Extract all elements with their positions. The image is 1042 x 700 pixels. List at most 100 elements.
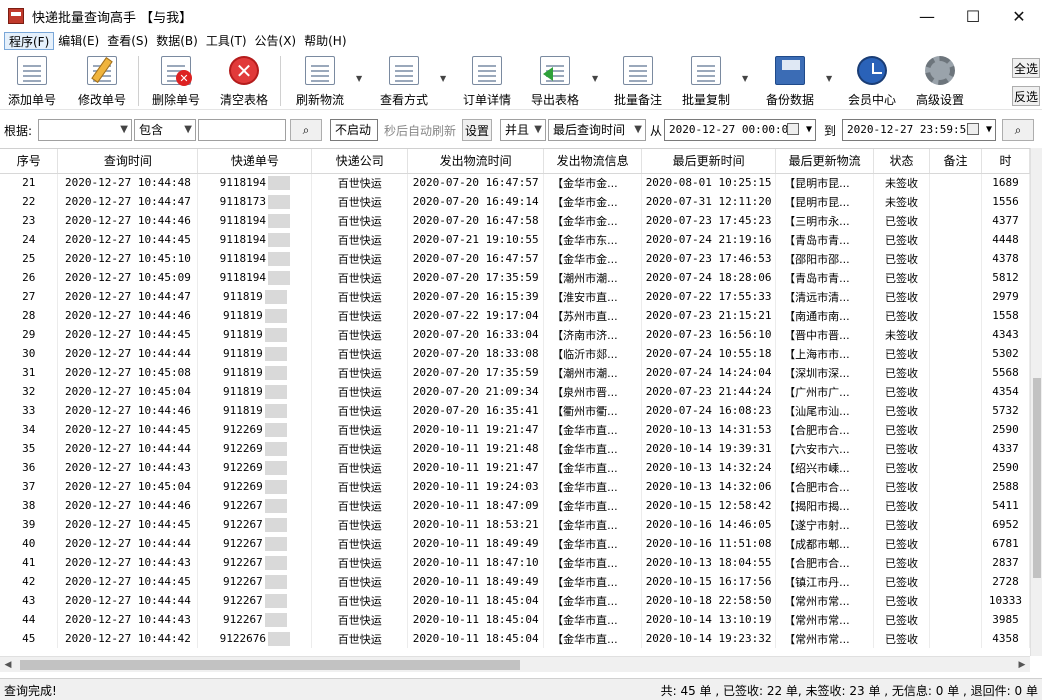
column-header[interactable]: 最后更新物流 <box>775 149 875 174</box>
menu-notice[interactable]: 公告(X) <box>251 32 301 50</box>
menu-data[interactable]: 数据(B) <box>152 32 202 50</box>
auto-refresh-input[interactable]: 不启动 <box>330 119 378 141</box>
table-row[interactable]: 24 2020-12-27 10:44:45 9118194 百世快运 2020-07-… <box>0 230 1030 249</box>
query-time-cell: 2020-12-27 10:45:10 <box>57 249 199 268</box>
table-row[interactable]: 26 2020-12-27 10:45:09 9118194 百世快运 2020-07-… <box>0 268 1030 287</box>
table-row[interactable]: 45 2020-12-27 10:44:42 9122676 百世快运 2020-10-… <box>0 629 1030 648</box>
redacted-mask <box>264 517 287 532</box>
delete-order-button[interactable]: ✕ 删除单号 <box>150 54 202 108</box>
table-row[interactable]: 40 2020-12-27 10:44:44 912267 百世快运 2020-10-1… <box>0 534 1030 553</box>
chevron-down-icon[interactable]: ▼ <box>742 74 750 83</box>
table-row[interactable]: 32 2020-12-27 10:45:04 911819 百世快运 2020-07-2… <box>0 382 1030 401</box>
table-row[interactable]: 22 2020-12-27 10:44:47 9118173 百世快运 2020-07-… <box>0 192 1030 211</box>
dispatch-time-cell: 2020-10-11 19:21:48 <box>407 439 545 458</box>
basis-select[interactable]: ▼ <box>38 119 132 141</box>
order-detail-button[interactable]: 订单详情 <box>460 54 514 108</box>
search-button[interactable]: ⌕ <box>290 119 322 141</box>
order-detail-label: 订单详情 <box>462 93 511 107</box>
elapsed-cell: 4378 <box>981 249 1030 268</box>
horizontal-scrollbar[interactable]: ◀ ▶ <box>0 656 1030 672</box>
courier-cell: 百世快运 <box>311 192 409 211</box>
table-row[interactable]: 36 2020-12-27 10:44:43 912269 百世快运 2020-10-1… <box>0 458 1030 477</box>
table-row[interactable]: 35 2020-12-27 10:44:44 912269 百世快运 2020-10-1… <box>0 439 1030 458</box>
refresh-logistics-button[interactable]: 刷新物流 <box>294 54 346 108</box>
to-date-value: 2020-12-27 23:59:59 <box>847 123 973 136</box>
note-cell <box>929 629 982 648</box>
clear-table-button[interactable]: ✕ 清空表格 <box>216 54 272 108</box>
logic-select[interactable]: 并且 ▼ <box>500 119 546 141</box>
column-header[interactable]: 快递单号 <box>197 149 313 174</box>
refresh-logistics-label: 刷新物流 <box>295 93 344 107</box>
column-header[interactable]: 最后更新时间 <box>641 149 777 174</box>
column-header[interactable]: 状态 <box>873 149 931 174</box>
column-header[interactable]: 时 <box>981 149 1030 174</box>
batch-note-button[interactable]: 批量备注 <box>612 54 664 108</box>
column-header[interactable]: 序号 <box>0 149 59 174</box>
table-row[interactable]: 43 2020-12-27 10:44:44 912267 百世快运 2020-10-1… <box>0 591 1030 610</box>
view-mode-button[interactable]: 查看方式 <box>376 54 432 108</box>
maximize-button[interactable]: ☐ <box>950 0 996 32</box>
table-row[interactable]: 41 2020-12-27 10:44:43 912267 百世快运 2020-10-1… <box>0 553 1030 572</box>
advanced-settings-button[interactable]: 高级设置 <box>912 54 968 108</box>
table-row[interactable]: 29 2020-12-27 10:44:45 911819 百世快运 2020-07-2… <box>0 325 1030 344</box>
table-row[interactable]: 30 2020-12-27 10:44:44 911819 百世快运 2020-07-2… <box>0 344 1030 363</box>
courier-cell: 百世快运 <box>311 572 409 591</box>
chevron-down-icon[interactable]: ▼ <box>592 74 600 83</box>
scroll-left-icon[interactable]: ◀ <box>0 657 16 673</box>
column-header[interactable]: 备注 <box>929 149 982 174</box>
menu-edit[interactable]: 编辑(E) <box>54 32 103 50</box>
table-row[interactable]: 34 2020-12-27 10:44:45 912269 百世快运 2020-10-1… <box>0 420 1030 439</box>
table-row[interactable]: 31 2020-12-27 10:45:08 911819 百世快运 2020-07-2… <box>0 363 1030 382</box>
export-table-button[interactable]: 导出表格 <box>528 54 582 108</box>
table-row[interactable]: 21 2020-12-27 10:44:48 9118194 百世快运 2020-07-… <box>0 173 1030 192</box>
column-header[interactable]: 快递公司 <box>311 149 409 174</box>
edit-order-button[interactable]: 修改单号 <box>76 54 128 108</box>
table-row[interactable]: 33 2020-12-27 10:44:46 911819 百世快运 2020-07-2… <box>0 401 1030 420</box>
vertical-scrollbar[interactable] <box>1030 148 1042 656</box>
minimize-button[interactable]: — <box>904 0 950 32</box>
column-header[interactable]: 发出物流信息 <box>543 149 643 174</box>
query-button[interactable]: ⌕ <box>1002 119 1034 141</box>
match-select[interactable]: 包含 ▼ <box>134 119 196 141</box>
chevron-down-icon[interactable]: ▼ <box>826 74 834 83</box>
column-header[interactable]: 查询时间 <box>57 149 199 174</box>
scroll-right-icon[interactable]: ▶ <box>1014 657 1030 673</box>
menu-tools[interactable]: 工具(T) <box>202 32 251 50</box>
table-row[interactable]: 25 2020-12-27 10:45:10 9118194 百世快运 2020-07-… <box>0 249 1030 268</box>
table-row[interactable]: 42 2020-12-27 10:44:45 912267 百世快运 2020-10-1… <box>0 572 1030 591</box>
time-field-select[interactable]: 最后查询时间 ▼ <box>548 119 646 141</box>
tracking-number-cell: 911819 <box>197 401 313 420</box>
settings-button[interactable]: 设置 <box>462 119 492 141</box>
table-row[interactable]: 44 2020-12-27 10:44:43 912267 百世快运 2020-10-1… <box>0 610 1030 629</box>
redacted-mask <box>268 175 291 190</box>
member-center-button[interactable]: 会员中心 <box>846 54 898 108</box>
table-row[interactable]: 23 2020-12-27 10:44:46 9118194 百世快运 2020-07-… <box>0 211 1030 230</box>
select-all-button[interactable]: 全选 <box>1012 58 1040 78</box>
elapsed-cell: 4377 <box>981 211 1030 230</box>
batch-copy-button[interactable]: 批量复制 <box>680 54 732 108</box>
backup-data-button[interactable]: 备份数据 <box>764 54 816 108</box>
close-button[interactable]: ✕ <box>996 0 1042 32</box>
from-date-picker[interactable]: 2020-12-27 00:00:00 ▼ <box>664 119 816 141</box>
add-order-button[interactable]: 添加单号 <box>6 54 58 108</box>
edit-document-icon <box>87 56 117 85</box>
menu-view[interactable]: 查看(S) <box>103 32 152 50</box>
table-row[interactable]: 28 2020-12-27 10:44:46 911819 百世快运 2020-07-2… <box>0 306 1030 325</box>
table-row[interactable]: 39 2020-12-27 10:44:45 912267 百世快运 2020-10-1… <box>0 515 1030 534</box>
table-row[interactable]: 38 2020-12-27 10:44:46 912267 百世快运 2020-10-1… <box>0 496 1030 515</box>
keyword-input[interactable] <box>198 119 286 141</box>
menu-help[interactable]: 帮助(H) <box>300 32 350 50</box>
table-row[interactable]: 27 2020-12-27 10:44:47 911819 百世快运 2020-07-2… <box>0 287 1030 306</box>
tracking-number-cell: 911819 <box>197 344 313 363</box>
chevron-down-icon[interactable]: ▼ <box>440 74 448 83</box>
table-row[interactable]: 37 2020-12-27 10:45:04 912269 百世快运 2020-10-1… <box>0 477 1030 496</box>
courier-cell: 百世快运 <box>311 173 409 192</box>
column-header[interactable]: 发出物流时间 <box>407 149 545 174</box>
invert-selection-button[interactable]: 反选 <box>1012 86 1040 106</box>
horizontal-scroll-thumb[interactable] <box>20 660 520 670</box>
chevron-down-icon[interactable]: ▼ <box>356 74 364 83</box>
vertical-scroll-thumb[interactable] <box>1033 378 1041 578</box>
tracking-number-cell: 911819 <box>197 363 313 382</box>
to-date-picker[interactable]: 2020-12-27 23:59:59 ▼ <box>842 119 996 141</box>
menu-program[interactable]: 程序(F) <box>4 32 55 50</box>
